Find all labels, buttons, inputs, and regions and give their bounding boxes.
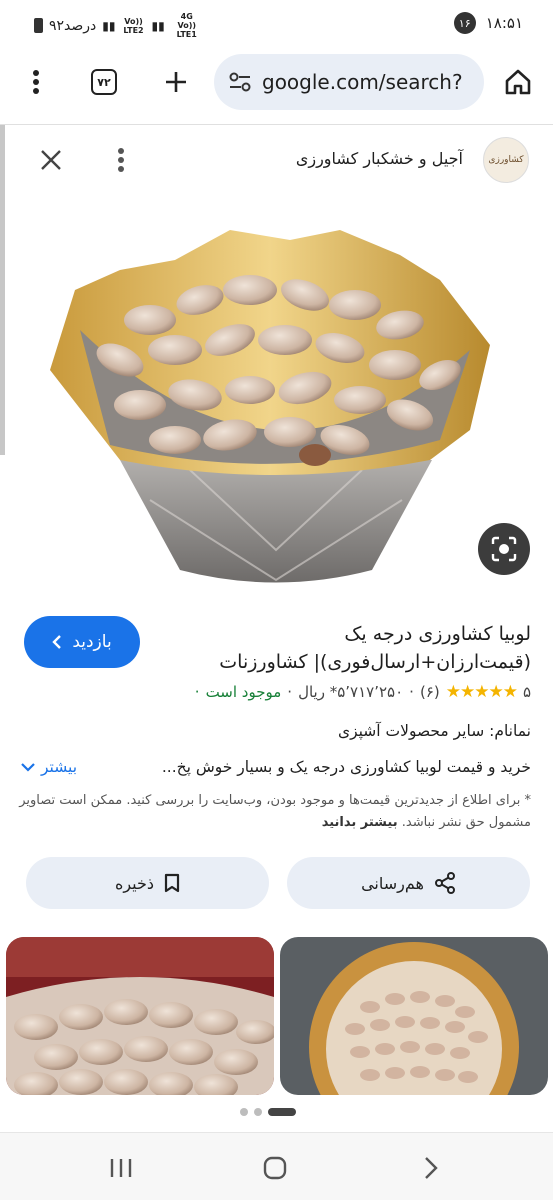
battery-level: ۹۲درصد: [49, 17, 97, 34]
carousel-dot: [254, 1108, 262, 1116]
source-logo[interactable]: کشاورزی: [483, 137, 529, 183]
more-link[interactable]: بیشتر: [21, 758, 77, 776]
visit-label: بازدید: [72, 632, 112, 652]
main-product-image[interactable]: [0, 200, 553, 600]
save-label: ذخیره: [114, 873, 155, 893]
learn-more-link[interactable]: بیشتر بدانید: [322, 815, 398, 830]
stock-status: موجود است: [205, 683, 282, 701]
system-nav-bar: [0, 1132, 553, 1200]
viewer-more-button[interactable]: [100, 139, 142, 181]
lens-icon: [491, 536, 517, 562]
clock: ۱۸:۵۱: [485, 14, 523, 32]
url-bar[interactable]: google.com/search?: [214, 54, 484, 110]
site-settings-icon[interactable]: [226, 68, 254, 96]
signal-icon: ▮▮: [102, 18, 116, 33]
rating-value: ۵: [522, 683, 531, 701]
related-image[interactable]: [6, 937, 274, 1095]
description-text: خرید و قیمت لوبیا کشاورزی درجه یک و بسیا…: [161, 758, 531, 776]
image-viewer-header: آجیل و خشکبار کشاورزی کشاورزی: [0, 124, 553, 194]
brand-info: نمانام: سایر محصولات آشپزی: [337, 722, 531, 740]
source-name[interactable]: آجیل و خشکبار کشاورزی: [296, 149, 463, 168]
related-image[interactable]: [280, 937, 548, 1095]
url-text: google.com/search?: [262, 70, 463, 94]
close-button[interactable]: [30, 139, 72, 181]
home-icon: [505, 69, 531, 95]
share-icon: [434, 872, 455, 894]
chevron-down-icon: [21, 763, 35, 772]
status-right: ۱۶ ۱۸:۵۱: [453, 12, 523, 34]
new-tab-button[interactable]: [152, 58, 200, 106]
share-label: هم‌رسانی: [361, 873, 424, 893]
related-images: [0, 937, 553, 1095]
bookmark-icon: [164, 873, 180, 893]
rating-stars: ★★★★★: [445, 682, 518, 702]
separator-dot: ·: [287, 683, 293, 701]
home-button[interactable]: [494, 58, 542, 106]
back-button[interactable]: [408, 1145, 454, 1191]
save-button[interactable]: ذخیره: [26, 857, 269, 909]
browser-toolbar: ۷۲ google.com/search?: [0, 50, 553, 114]
more-vert-icon: [118, 148, 124, 172]
carousel-dot: [240, 1108, 248, 1116]
carousel-indicator: [240, 1108, 296, 1116]
network-2: 4G Vo)) LTE1: [176, 12, 197, 39]
notification-badge: ۱۶: [453, 12, 476, 34]
logo-text: کشاورزی: [488, 155, 524, 165]
status-left: ۹۲درصد ▮▮ Vo)) LTE2 ▮▮ 4G Vo)) LTE1: [34, 12, 203, 39]
disclaimer: * برای اطلاع از جدیدترین قیمت‌ها و موجود…: [19, 790, 531, 834]
chevron-left-icon: [52, 635, 62, 649]
network-1: Vo)) LTE2: [123, 16, 144, 35]
system-home-button[interactable]: [252, 1145, 298, 1191]
recents-button[interactable]: [98, 1145, 144, 1191]
status-bar: ۹۲درصد ▮▮ Vo)) LTE2 ▮▮ 4G Vo)) LTE1 ۱۶ ۱…: [0, 0, 553, 44]
price: ۵٬۷۱۷٬۲۵۰* ریال: [298, 683, 404, 701]
visit-button[interactable]: بازدید: [24, 616, 140, 668]
chevron-right-icon: [425, 1157, 438, 1179]
home-circle-icon: [263, 1156, 287, 1180]
separator-dot: ·: [194, 683, 200, 701]
recents-icon: [110, 1159, 132, 1177]
tab-switcher-button[interactable]: ۷۲: [80, 58, 128, 106]
more-vert-icon: [33, 70, 39, 94]
description-row: خرید و قیمت لوبیا کشاورزی درجه یک و بسیا…: [21, 758, 531, 776]
carousel-dot-active: [268, 1108, 296, 1116]
more-label: بیشتر: [41, 758, 78, 776]
close-icon: [41, 150, 61, 170]
review-count: (۶): [419, 683, 440, 701]
signal-icon-2: ▮▮: [151, 18, 165, 33]
result-title[interactable]: لوبیا کشاورزی درجه یک (قیمت‌ارزان+ارسال‌…: [211, 620, 531, 676]
battery-icon: [34, 18, 43, 33]
share-button[interactable]: هم‌رسانی: [287, 857, 530, 909]
plus-icon: [166, 72, 186, 92]
separator-dot: ·: [409, 683, 414, 701]
tab-count: ۷۲: [91, 69, 117, 95]
disclaimer-text: * برای اطلاع از جدیدترین قیمت‌ها و موجود…: [19, 793, 531, 830]
browser-menu-button[interactable]: [12, 58, 60, 106]
google-lens-button[interactable]: [478, 523, 530, 575]
rating-row: ۵ ★★★★★ (۶) · ۵٬۷۱۷٬۲۵۰* ریال · موجود اس…: [195, 682, 531, 702]
